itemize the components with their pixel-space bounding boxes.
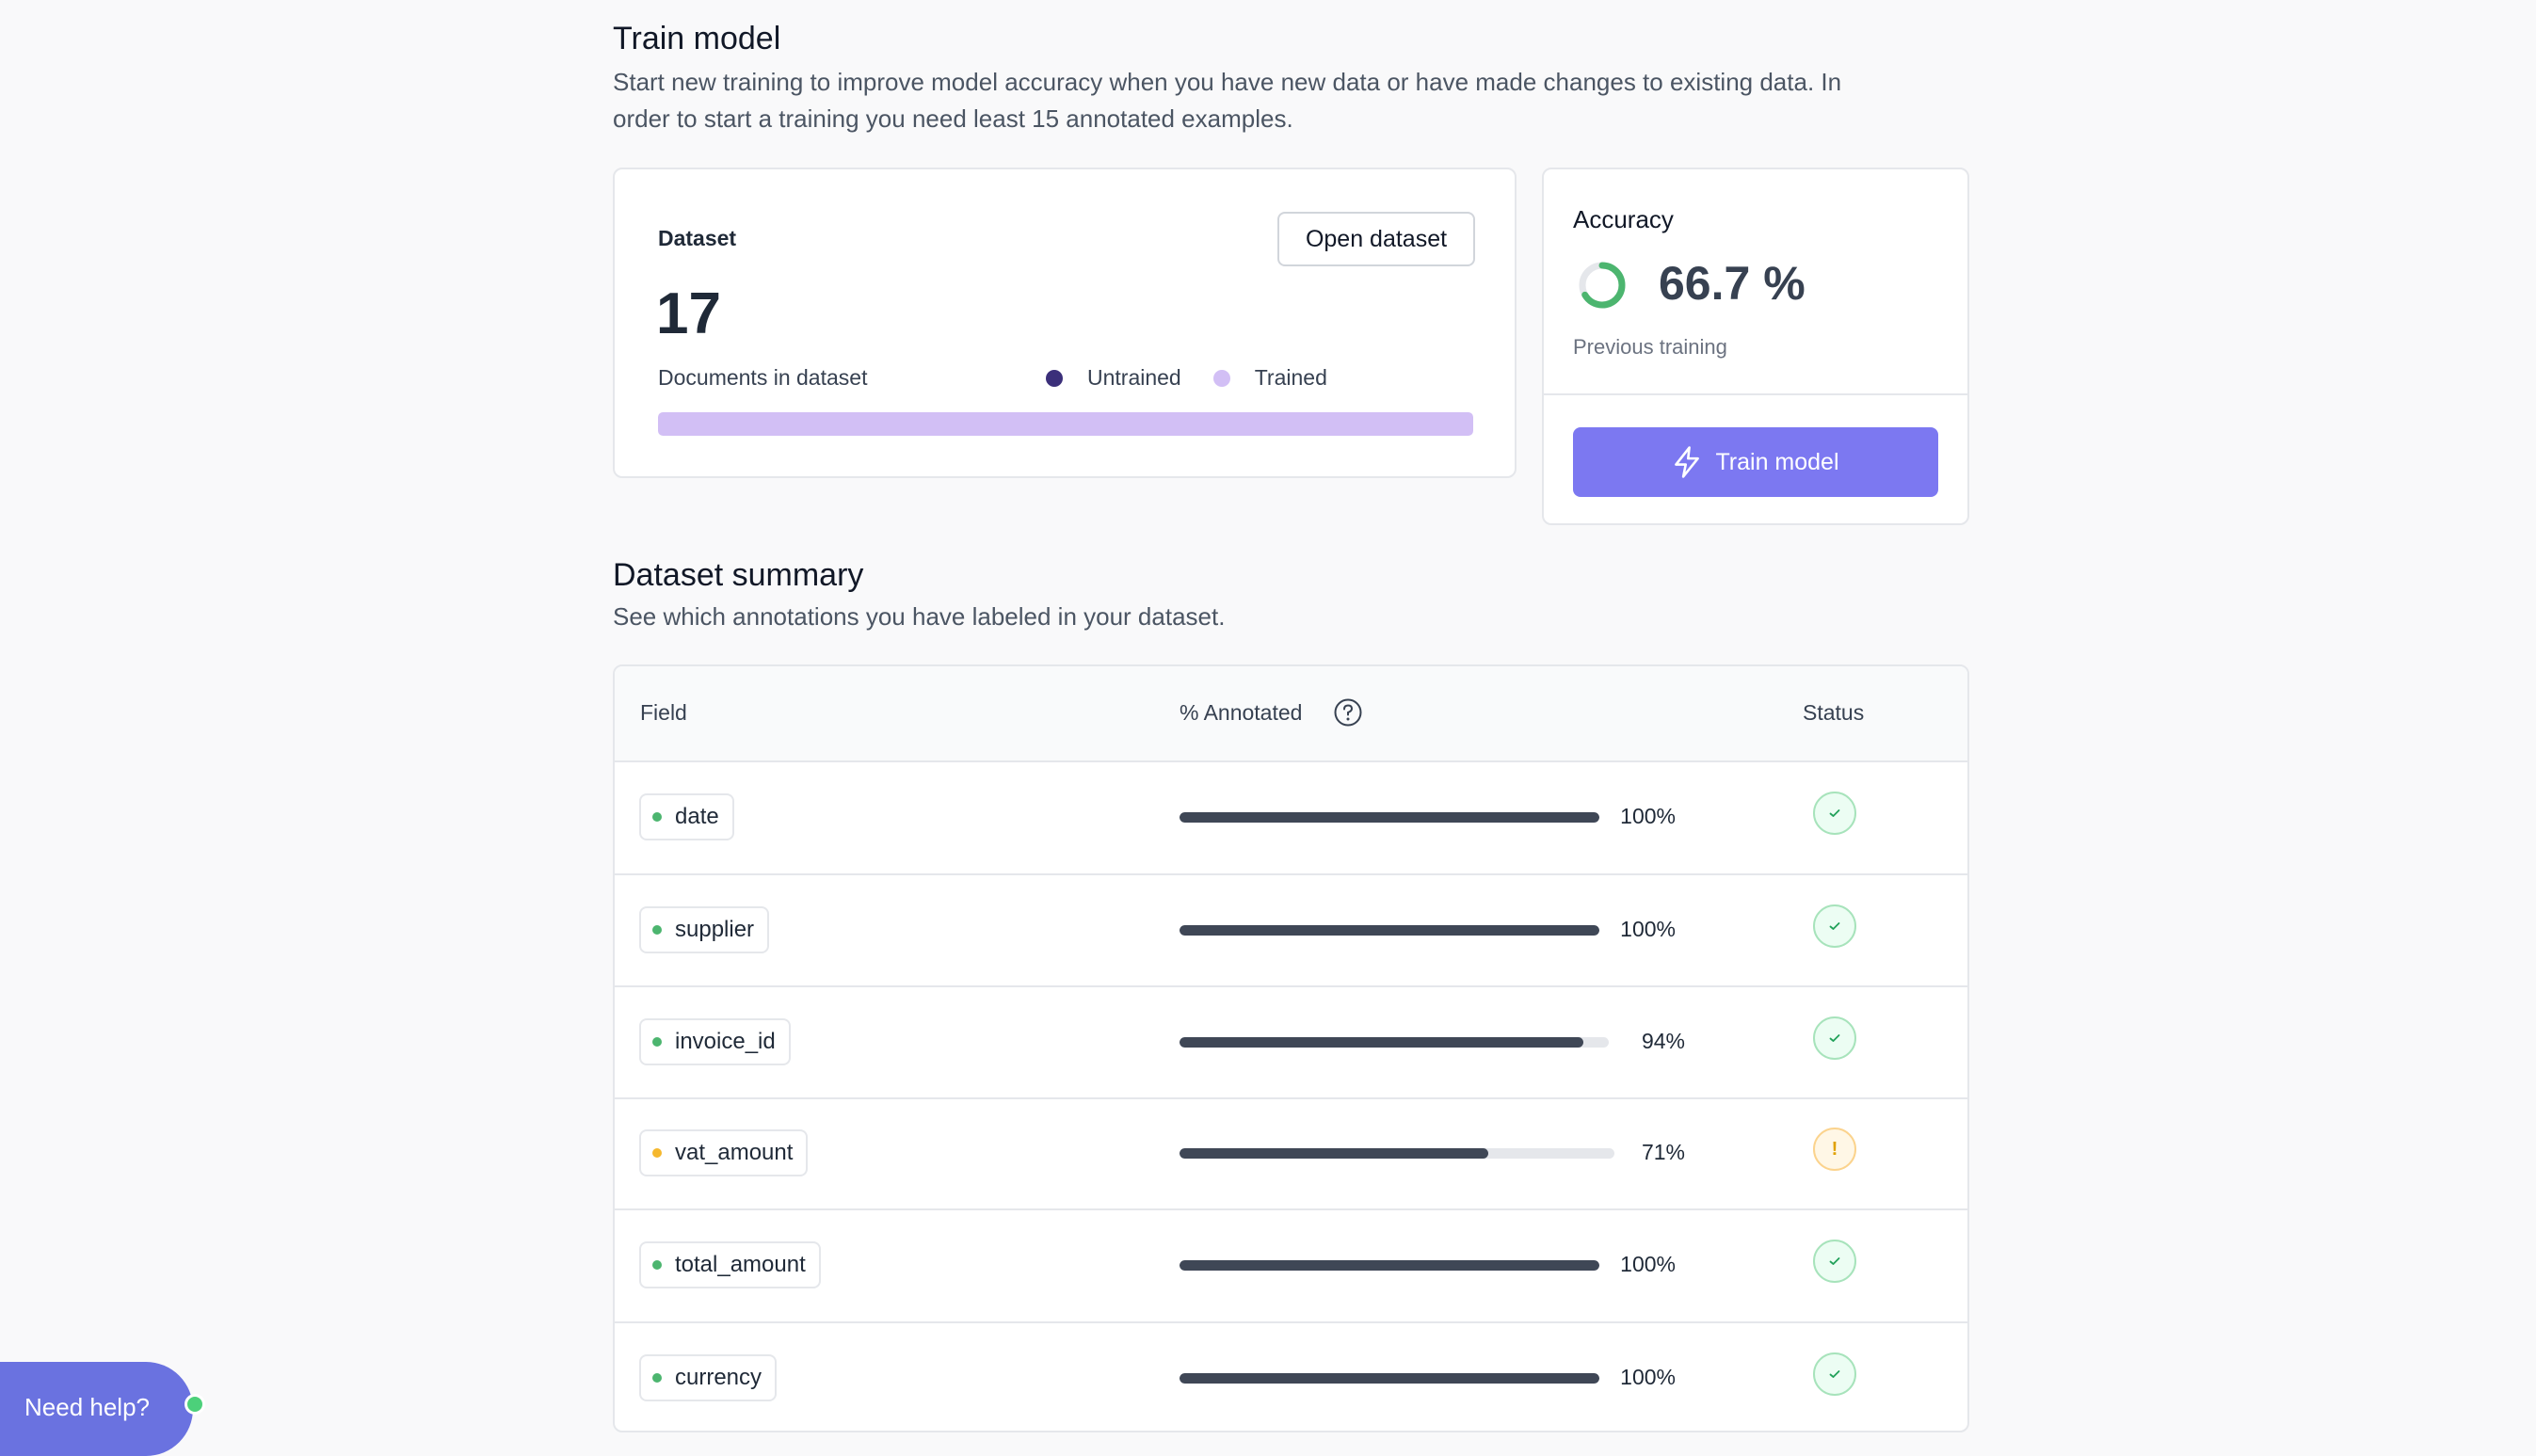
field-chip[interactable]: date (639, 793, 734, 840)
accuracy-card: Accuracy 66.7 % Previous training Train … (1542, 168, 1969, 525)
dataset-summary-description: See which annotations you have labeled i… (613, 602, 1226, 631)
field-status-dot (652, 812, 662, 822)
column-header-annotated: % Annotated (1180, 700, 1303, 725)
check-icon (1813, 904, 1856, 948)
annotation-progress-bar (1180, 812, 1599, 823)
train-model-title: Train model (613, 21, 781, 56)
table-row: invoice_id 94% (615, 985, 1967, 1097)
field-name: total_amount (675, 1252, 806, 1277)
train-model-description: Start new training to improve model accu… (613, 68, 1842, 133)
annotation-progress-fill (1180, 924, 1599, 936)
annotation-percent: 71% (1641, 1140, 1685, 1164)
field-status-dot (652, 1148, 662, 1158)
open-dataset-button[interactable]: Open dataset (1277, 212, 1475, 266)
train-model-button-label: Train model (1715, 448, 1839, 475)
untrained-legend-dot (1046, 369, 1063, 387)
row-divider (615, 1321, 1967, 1323)
field-name: supplier (675, 916, 755, 942)
field-chip[interactable]: total_amount (639, 1241, 821, 1288)
annotation-progress-bar (1180, 1260, 1599, 1271)
accuracy-value: 66.7 % (1659, 257, 1806, 310)
annotation-percent: 100% (1620, 804, 1676, 828)
field-chip[interactable]: currency (639, 1354, 778, 1401)
annotation-progress-bar (1180, 1373, 1599, 1384)
train-model-button[interactable]: Train model (1573, 427, 1938, 497)
field-chip[interactable]: vat_amount (639, 1129, 809, 1176)
untrained-legend-label: Untrained (1087, 365, 1181, 390)
column-header-field: Field (640, 700, 687, 725)
dataset-label: Dataset (658, 226, 737, 250)
annotation-percent: 100% (1620, 916, 1676, 941)
field-chip[interactable]: invoice_id (639, 1017, 791, 1065)
field-status-dot (652, 1036, 662, 1047)
warning-icon: ! (1813, 1128, 1856, 1171)
dataset-summary-title: Dataset summary (613, 557, 864, 593)
row-divider (615, 1097, 1967, 1099)
field-name: vat_amount (675, 1140, 794, 1165)
check-icon (1813, 1016, 1856, 1060)
accuracy-divider (1544, 393, 1967, 395)
annotation-percent: 94% (1641, 1028, 1685, 1053)
online-status-dot (185, 1394, 205, 1415)
field-name: invoice_id (675, 1028, 776, 1054)
accuracy-ring-icon (1579, 262, 1626, 309)
row-divider (615, 760, 1967, 762)
field-status-dot (652, 1260, 662, 1270)
check-icon (1813, 1352, 1856, 1396)
row-divider (615, 1208, 1967, 1210)
row-divider (615, 873, 1967, 875)
annotation-progress-bar (1180, 1036, 1609, 1048)
dataset-legend: Untrained Trained (1046, 365, 1327, 391)
table-row: vat_amount 71%! (615, 1097, 1967, 1208)
field-status-dot (652, 1373, 662, 1383)
field-chip[interactable]: supplier (639, 905, 770, 953)
annotation-progress-fill (1180, 812, 1599, 823)
dataset-count-label: Documents in dataset (658, 365, 868, 390)
annotation-progress-fill (1180, 1260, 1599, 1271)
need-help-label: Need help? (24, 1393, 150, 1421)
accuracy-label: Accuracy (1573, 205, 1674, 233)
trained-progress-fill (658, 412, 1473, 436)
annotation-progress-fill (1180, 1036, 1583, 1048)
table-row: date 100% (615, 760, 1967, 873)
field-name: date (675, 804, 719, 829)
annotation-progress-bar (1180, 1148, 1614, 1159)
dataset-card: Dataset Open dataset 17 Documents in dat… (613, 168, 1517, 478)
table-header: Field % Annotated Status (615, 666, 1967, 760)
annotation-progress-bar (1180, 924, 1599, 936)
annotation-percent: 100% (1620, 1365, 1676, 1389)
check-icon (1813, 792, 1856, 835)
annotation-progress-fill (1180, 1373, 1599, 1384)
dataset-count: 17 (656, 281, 721, 346)
table-row: supplier 100% (615, 873, 1967, 985)
lightning-icon (1675, 446, 1700, 478)
row-divider (615, 985, 1967, 987)
trained-legend-label: Trained (1254, 365, 1327, 390)
annotation-percent: 100% (1620, 1252, 1676, 1276)
column-header-status: Status (1803, 700, 1865, 725)
table-row: total_amount 100% (615, 1208, 1967, 1321)
need-help-button[interactable]: Need help? (0, 1362, 193, 1456)
check-icon (1813, 1240, 1856, 1283)
field-name: currency (675, 1365, 762, 1390)
trained-legend-dot (1212, 369, 1230, 387)
accuracy-sublabel: Previous training (1573, 335, 1727, 359)
dataset-summary-table: Field % Annotated Status date 100% supplie… (613, 664, 1969, 1432)
table-row: currency 100% (615, 1321, 1967, 1431)
help-circle-icon[interactable] (1333, 697, 1363, 728)
field-status-dot (652, 924, 662, 935)
dataset-progress-bar (658, 412, 1473, 436)
annotation-progress-fill (1180, 1148, 1489, 1159)
